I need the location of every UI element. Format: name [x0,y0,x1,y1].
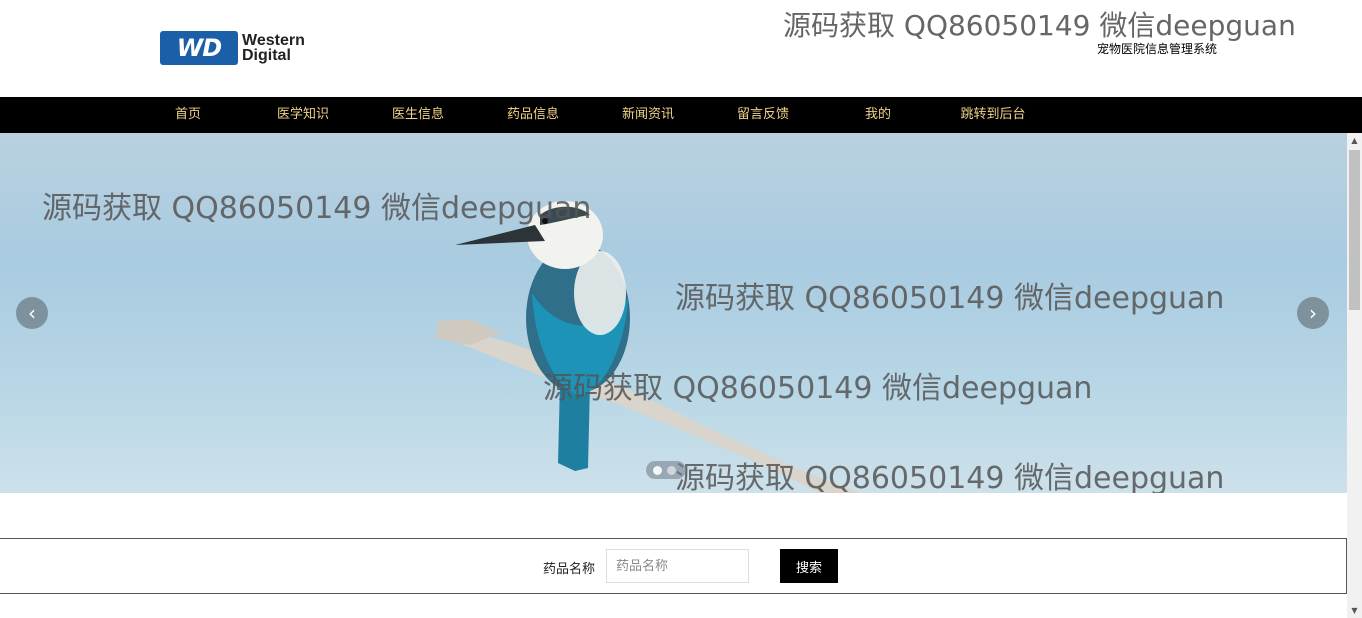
nav-item-home[interactable]: 首页 [138,97,238,133]
brand-logo[interactable]: WD Western Digital [160,30,330,66]
nav-item-doctor-info[interactable]: 医生信息 [368,97,468,133]
chevron-right-icon: › [1309,301,1317,325]
header-watermark: 源码获取 QQ86050149 微信deepguan [783,9,1296,42]
carousel-next-button[interactable]: › [1297,297,1329,329]
search-label: 药品名称 [543,562,596,577]
banner-watermark-3: 源码获取 QQ86050149 微信deepguan [543,371,1093,406]
nav-item-medical-knowledge[interactable]: 医学知识 [253,97,353,133]
site-subtitle: 宠物医院信息管理系统 [1097,42,1218,56]
medicine-name-input[interactable] [606,549,749,583]
chevron-left-icon: ‹ [28,301,36,325]
banner-watermark-4: 源码获取 QQ86050149 微信deepguan [675,461,1225,493]
banner-watermark-1: 源码获取 QQ86050149 微信deepguan [42,191,592,226]
scroll-down-arrow-icon[interactable]: ▼ [1347,603,1362,618]
banner-watermark-2: 源码获取 QQ86050149 微信deepguan [675,281,1225,316]
carousel-indicators [646,461,686,479]
logo-badge: WD [160,31,238,65]
carousel-dot-1[interactable] [653,465,662,475]
page: WD Western Digital 源码获取 QQ86050149 微信dee… [0,0,1362,618]
medicine-search-form: 药品名称 搜索 [0,538,1347,594]
hero-carousel[interactable]: 源码获取 QQ86050149 微信deepguan 源码获取 QQ860501… [0,133,1347,493]
header: WD Western Digital 源码获取 QQ86050149 微信dee… [0,0,1347,97]
carousel-prev-button[interactable]: ‹ [16,297,48,329]
search-button[interactable]: 搜索 [780,549,838,583]
logo-wordmark: Western Digital [242,32,305,64]
main-nav: 首页 医学知识 医生信息 药品信息 新闻资讯 留言反馈 我的 跳转到后台 [0,97,1362,133]
logo-line-1: Western [242,32,305,49]
page-scrollbar[interactable]: ▲ ▼ [1347,133,1362,618]
nav-item-medicine-info[interactable]: 药品信息 [483,97,583,133]
logo-line-2: Digital [242,47,291,64]
nav-item-mine[interactable]: 我的 [828,97,928,133]
nav-item-feedback[interactable]: 留言反馈 [713,97,813,133]
nav-item-admin[interactable]: 跳转到后台 [943,97,1043,133]
nav-item-news[interactable]: 新闻资讯 [598,97,698,133]
scroll-up-arrow-icon[interactable]: ▲ [1347,133,1362,148]
scroll-thumb[interactable] [1349,150,1360,310]
carousel-dot-2[interactable] [667,465,676,475]
